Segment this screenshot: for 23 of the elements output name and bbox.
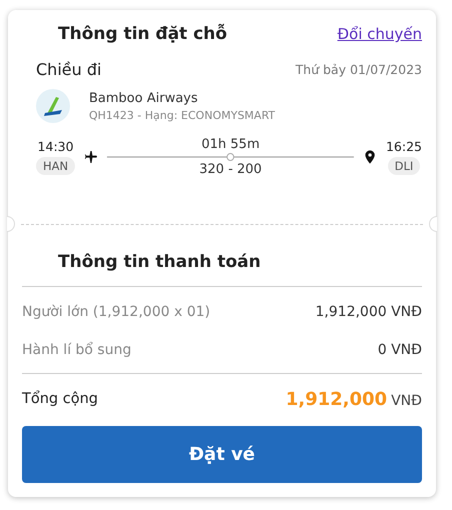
departure-time: 14:30 <box>38 139 74 154</box>
fare-label: Hành lí bổ sung <box>22 342 132 358</box>
flight-date: Thứ bảy 01/07/2023 <box>296 62 422 77</box>
fare-amount: 0 VNĐ <box>378 342 422 358</box>
airplane-icon <box>83 149 100 165</box>
currency-label: VNĐ <box>391 392 422 408</box>
arrival-time: 16:25 <box>386 139 422 154</box>
total-amount: 1,912,000 <box>286 388 388 410</box>
total-label: Tổng cộng <box>22 391 98 407</box>
fare-label: Người lớn (1,912,000 x 01) <box>22 304 210 320</box>
flight-class: QH1423 - Hạng: ECONOMYSMART <box>89 108 276 122</box>
airline-name: Bamboo Airways <box>89 90 199 106</box>
airport-code: HAN <box>36 157 76 175</box>
fare-amount: 1,912,000 VNĐ <box>315 304 422 320</box>
direction-label: Chiều đi <box>36 60 102 79</box>
section-title: Thông tin đặt chỗ <box>58 24 228 44</box>
section-title: Thông tin thanh toán <box>22 252 422 287</box>
book-ticket-button[interactable]: Đặt vé <box>22 426 422 483</box>
change-flight-link[interactable]: Đổi chuyến <box>337 25 422 43</box>
aircraft-type: 320 - 200 <box>199 162 262 177</box>
flight-duration: 01h 55m <box>201 137 260 152</box>
airline-logo-icon <box>36 89 70 123</box>
airport-code: DLI <box>388 157 420 175</box>
